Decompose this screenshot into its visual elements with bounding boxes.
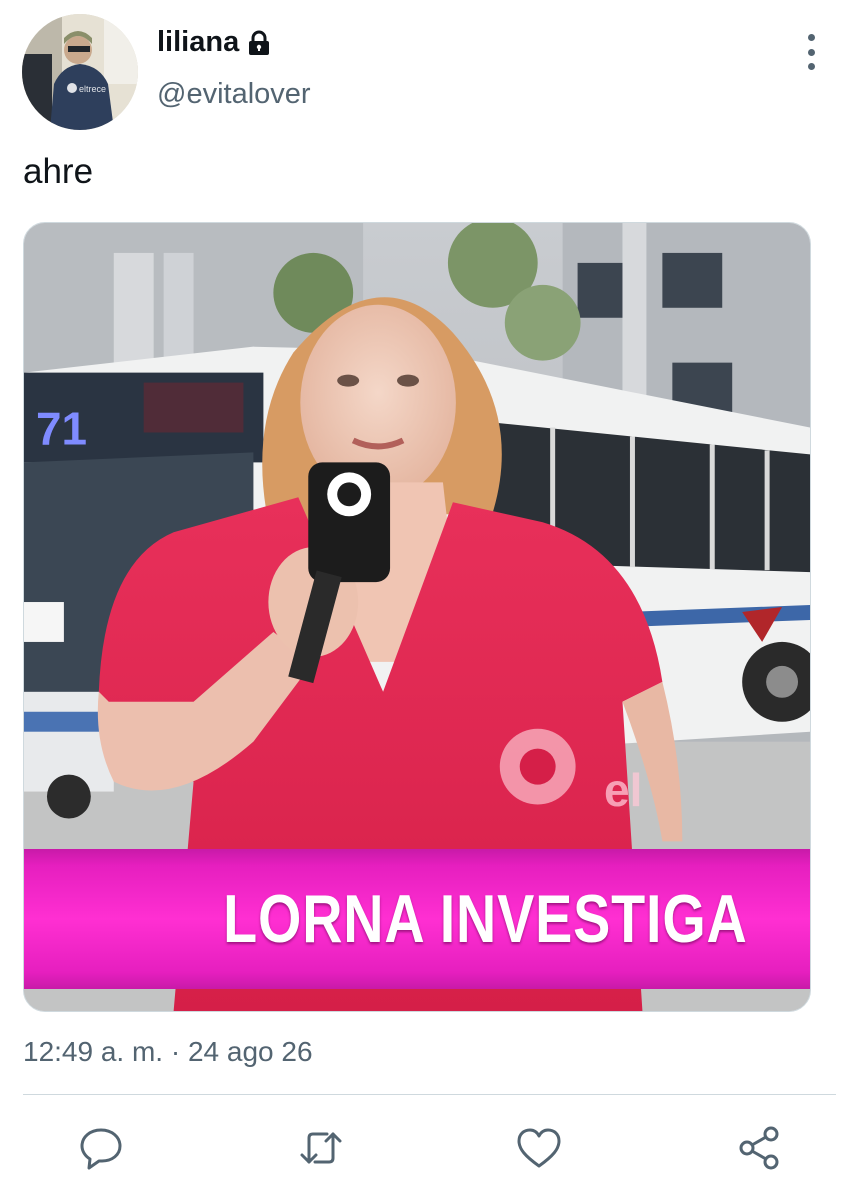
more-options-button[interactable]: [796, 34, 826, 70]
display-name-row[interactable]: liliana: [157, 26, 271, 59]
avatar[interactable]: eltrece: [22, 14, 138, 130]
bus-number: 71: [36, 402, 87, 454]
like-button[interactable]: [515, 1124, 563, 1172]
user-handle[interactable]: @evitalover: [157, 78, 311, 111]
share-button[interactable]: [735, 1124, 783, 1172]
avatar-image: eltrece: [22, 14, 138, 130]
more-dot-icon: [807, 34, 815, 41]
avatar-watermark: eltrece: [79, 84, 106, 94]
display-name: liliana: [157, 26, 240, 58]
reply-button[interactable]: [77, 1124, 125, 1172]
like-icon: [517, 1128, 561, 1168]
retweet-icon: [300, 1132, 342, 1164]
tweet-media[interactable]: 71 el LORNA INVESTIGA: [23, 222, 811, 1012]
more-dot-icon: [807, 48, 815, 56]
reply-icon: [80, 1128, 122, 1170]
tweet-timestamp[interactable]: 12:49 a. m. · 24 ago 26: [23, 1036, 313, 1068]
divider: [23, 1094, 836, 1095]
lock-icon: [247, 30, 271, 56]
more-dot-icon: [807, 63, 815, 70]
retweet-button[interactable]: [297, 1124, 345, 1172]
share-icon: [739, 1126, 779, 1170]
tweet-text: ahre: [23, 152, 94, 191]
lower-third-banner: LORNA INVESTIGA: [24, 849, 810, 989]
lower-third-text: LORNA INVESTIGA: [223, 881, 748, 957]
channel-watermark: el: [604, 764, 643, 816]
